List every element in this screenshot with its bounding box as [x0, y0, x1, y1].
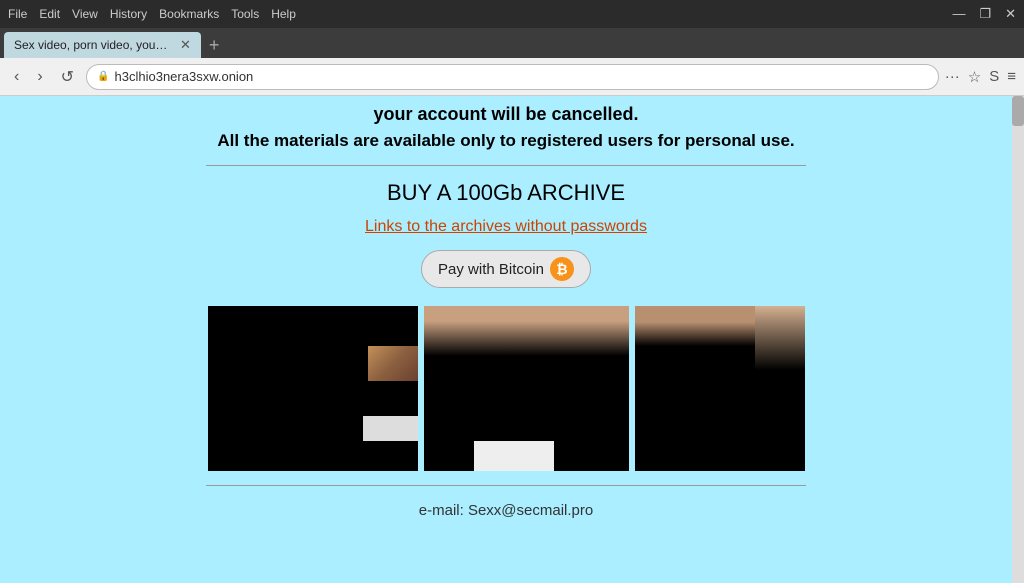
close-button[interactable]: ✕: [1005, 6, 1016, 22]
image-patch-1b: [363, 416, 418, 441]
tab-close-button[interactable]: ✕: [180, 37, 191, 53]
menu-icon[interactable]: ≡: [1007, 68, 1016, 85]
forward-button[interactable]: ›: [31, 66, 48, 88]
menu-tools[interactable]: Tools: [231, 7, 259, 21]
menu-history[interactable]: History: [110, 7, 147, 21]
tab-bar: Sex video, porn video, young porn... ✕ +: [0, 28, 1024, 58]
tab-title: Sex video, porn video, young porn...: [14, 38, 174, 52]
title-bar: File Edit View History Bookmarks Tools H…: [0, 0, 1024, 28]
minimize-button[interactable]: —: [952, 6, 965, 22]
menu-view[interactable]: View: [72, 7, 98, 21]
scrollbar[interactable]: [1012, 96, 1024, 583]
nav-right-icons: ··· ☆ S ≡: [945, 68, 1016, 86]
top-divider: [206, 165, 806, 166]
account-warning-text: your account will be cancelled.: [373, 104, 638, 125]
menu-edit[interactable]: Edit: [39, 7, 60, 21]
image-block-3: [635, 306, 805, 471]
menu-file[interactable]: File: [8, 7, 27, 21]
materials-notice-text: All the materials are available only to …: [217, 131, 794, 151]
nav-bar: ‹ › ↺ 🔒 h3clhio3nera3sxw.onion ··· ☆ S ≡: [0, 58, 1024, 96]
image-patch-3b: [755, 306, 805, 386]
reload-button[interactable]: ↺: [55, 65, 80, 89]
image-block-2: [424, 306, 629, 471]
archive-link[interactable]: Links to the archives without passwords: [365, 218, 647, 236]
bookmark-icon[interactable]: ☆: [968, 68, 981, 86]
menu-bar: File Edit View History Bookmarks Tools H…: [8, 7, 296, 21]
url-bar[interactable]: 🔒 h3clhio3nera3sxw.onion: [86, 64, 939, 90]
pay-with-bitcoin-button[interactable]: Pay with Bitcoin ₿: [421, 250, 591, 288]
new-tab-button[interactable]: +: [205, 32, 224, 58]
window-controls: — ❐ ✕: [952, 6, 1016, 22]
sync-icon[interactable]: S: [989, 68, 999, 85]
active-tab[interactable]: Sex video, porn video, young porn... ✕: [4, 32, 201, 58]
back-button[interactable]: ‹: [8, 66, 25, 88]
page-content: your account will be cancelled. All the …: [0, 96, 1024, 583]
image-composite-1: [208, 306, 418, 471]
buy-heading: BUY A 100Gb ARCHIVE: [387, 180, 625, 206]
bitcoin-button-label: Pay with Bitcoin: [438, 261, 544, 278]
image-composite-3: [635, 306, 805, 471]
scrollbar-thumb[interactable]: [1012, 96, 1024, 126]
images-row: [208, 306, 805, 471]
image-patch-2a: [424, 306, 629, 356]
menu-help[interactable]: Help: [271, 7, 296, 21]
content-area: your account will be cancelled. All the …: [0, 96, 1024, 539]
url-text: h3clhio3nera3sxw.onion: [115, 69, 254, 84]
image-patch-1a: [368, 346, 418, 381]
bitcoin-icon: ₿: [550, 257, 574, 281]
menu-bookmarks[interactable]: Bookmarks: [159, 7, 219, 21]
bottom-divider: [206, 485, 806, 486]
image-composite-2: [424, 306, 629, 471]
image-block-1: [208, 306, 418, 471]
image-patch-2b: [474, 441, 554, 471]
email-text: e-mail: Sexx@secmail.pro: [419, 502, 593, 519]
secure-icon: 🔒: [97, 71, 109, 82]
more-options-icon[interactable]: ···: [945, 68, 960, 85]
restore-button[interactable]: ❐: [979, 6, 991, 22]
